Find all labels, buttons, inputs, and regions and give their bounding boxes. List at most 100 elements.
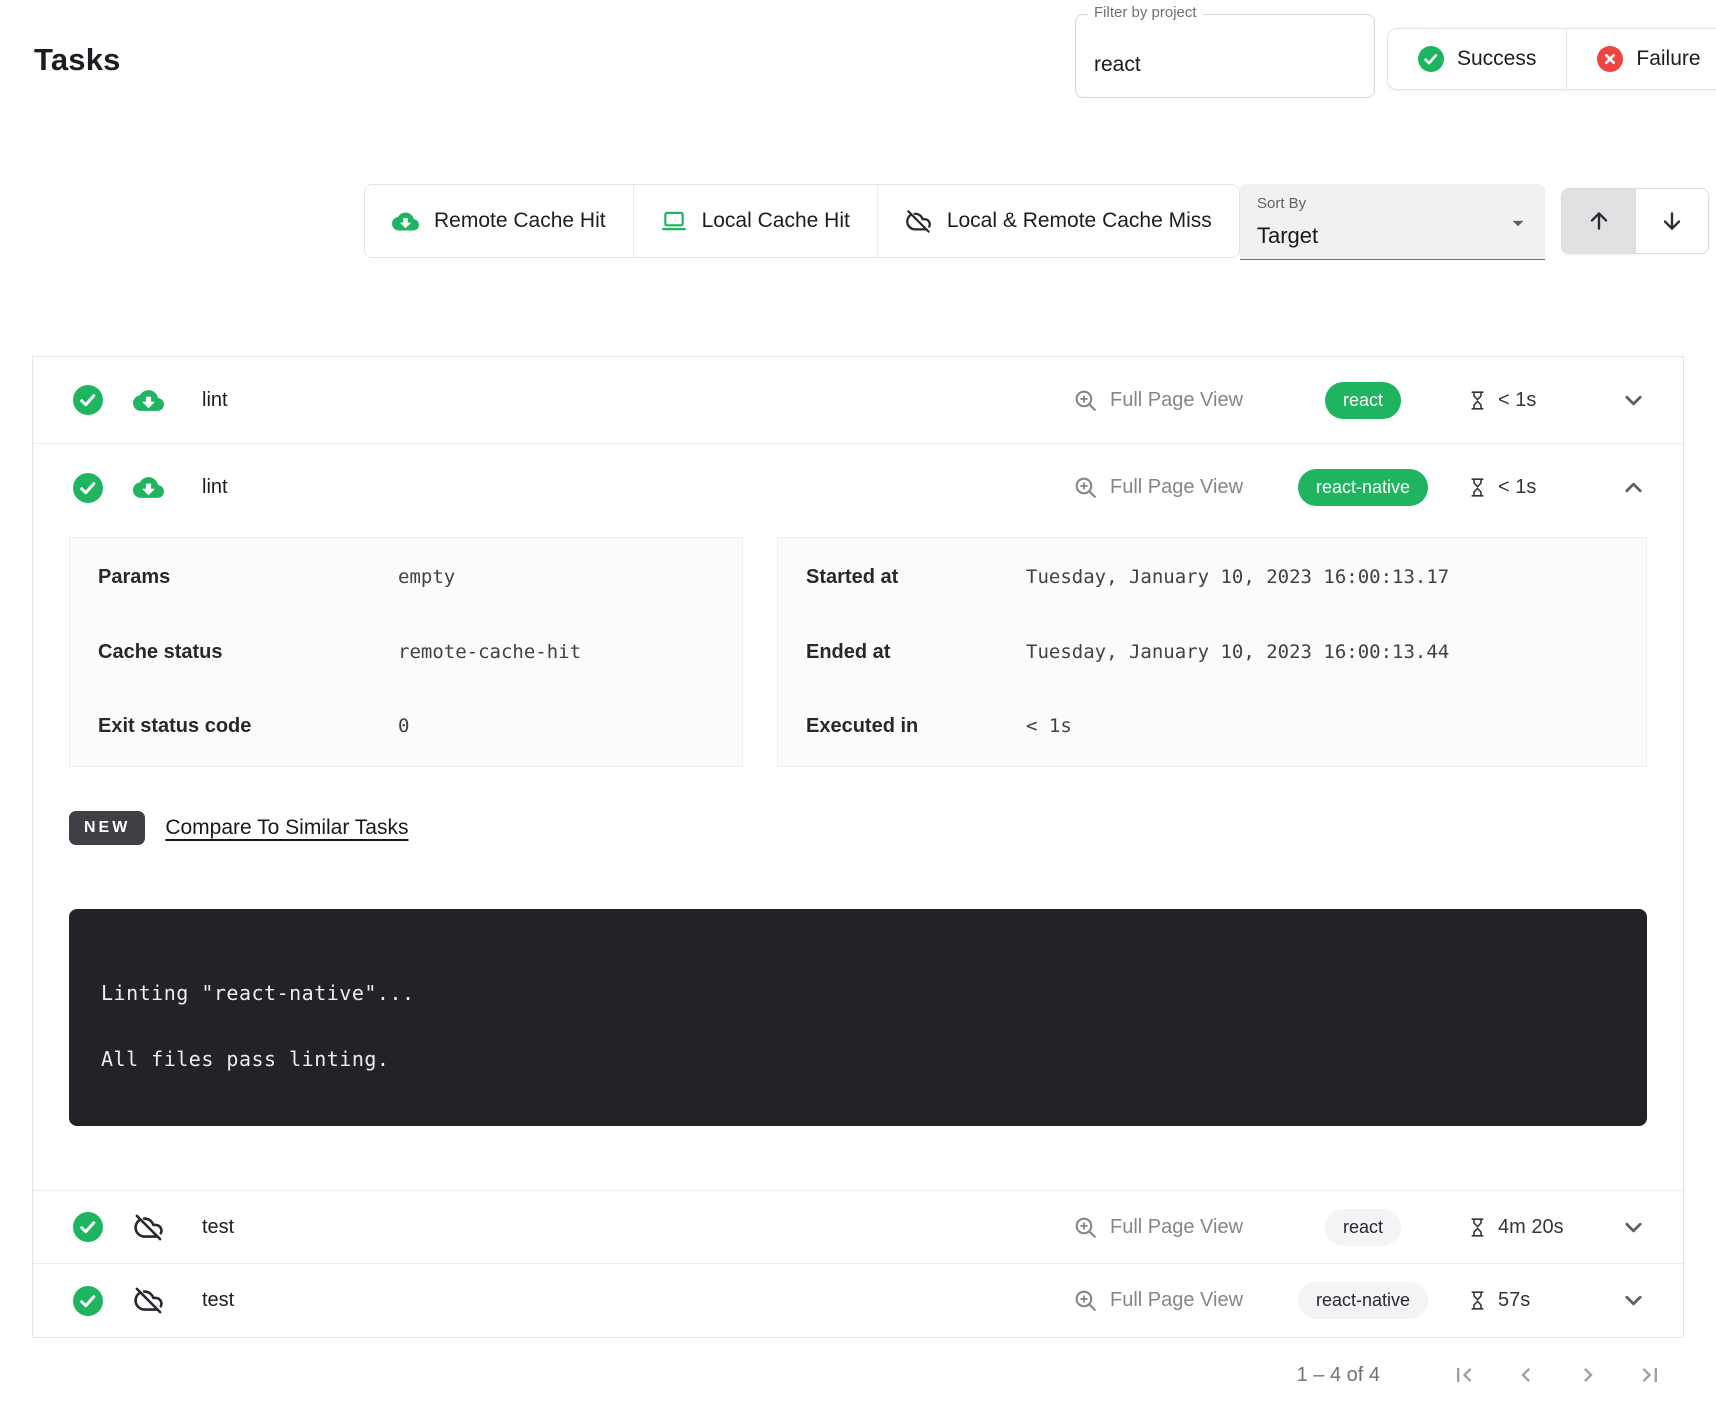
started-at-label: Started at	[806, 566, 1026, 589]
collapse-row-button[interactable]	[1613, 468, 1653, 508]
pagination-range: 1 – 4 of 4	[1297, 1364, 1380, 1387]
hourglass-icon	[1467, 1217, 1488, 1238]
failure-filter-button[interactable]: Failure	[1566, 29, 1716, 89]
expand-row-button[interactable]	[1613, 1281, 1653, 1321]
task-row-test-react-native[interactable]: test Full Page View react-native 57s	[33, 1264, 1683, 1337]
duration-label: < 1s	[1498, 476, 1536, 499]
caret-down-icon	[1505, 210, 1531, 236]
sort-direction-toggle	[1561, 188, 1709, 254]
zoom-in-icon	[1073, 1288, 1098, 1313]
task-timing-panel: Started at Tuesday, January 10, 2023 16:…	[777, 537, 1647, 767]
failure-filter-label: Failure	[1636, 47, 1700, 71]
local-cache-hit-label: Local Cache Hit	[702, 209, 850, 233]
previous-page-button[interactable]	[1500, 1349, 1552, 1401]
ended-at-label: Ended at	[806, 641, 1026, 664]
params-value: empty	[398, 566, 455, 588]
terminal-line: All files pass linting.	[101, 1047, 1615, 1071]
full-page-view-label: Full Page View	[1110, 476, 1243, 499]
page-title: Tasks	[34, 42, 121, 78]
arrow-up-icon	[1586, 208, 1612, 234]
full-page-view-link[interactable]: Full Page View	[1073, 1215, 1283, 1240]
duration-label: 4m 20s	[1498, 1216, 1564, 1239]
expand-row-button[interactable]	[1613, 1207, 1653, 1247]
success-status-icon	[73, 385, 103, 415]
cache-status-value: remote-cache-hit	[398, 641, 581, 663]
full-page-view-link[interactable]: Full Page View	[1073, 388, 1283, 413]
task-row-lint-react-native[interactable]: lint Full Page View react-native < 1s	[33, 444, 1683, 531]
full-page-view-label: Full Page View	[1110, 1216, 1243, 1239]
zoom-in-icon	[1073, 388, 1098, 413]
success-filter-button[interactable]: Success	[1388, 29, 1566, 89]
project-filter-label: Filter by project	[1088, 4, 1203, 21]
last-page-icon	[1636, 1361, 1664, 1389]
failure-x-icon	[1597, 46, 1623, 72]
hourglass-icon	[1467, 1290, 1488, 1311]
cache-status-label: Cache status	[98, 641, 398, 664]
task-detail-section: Params empty Cache status remote-cache-h…	[33, 531, 1683, 1191]
success-filter-label: Success	[1457, 47, 1536, 71]
cache-miss-filter-button[interactable]: Local & Remote Cache Miss	[877, 185, 1239, 257]
ended-at-value: Tuesday, January 10, 2023 16:00:13.44	[1026, 641, 1449, 663]
chevron-down-icon	[1620, 387, 1647, 414]
cloud-off-icon	[133, 1212, 164, 1243]
success-status-icon	[73, 1286, 103, 1316]
chevron-up-icon	[1620, 474, 1647, 501]
sort-by-select[interactable]: Sort By Target	[1240, 184, 1545, 260]
cloud-off-icon	[133, 1285, 164, 1316]
project-badge[interactable]: react	[1325, 1209, 1401, 1246]
remote-cache-hit-filter-button[interactable]: Remote Cache Hit	[365, 185, 633, 257]
remote-cache-hit-label: Remote Cache Hit	[434, 209, 606, 233]
cache-filter-group: Remote Cache Hit Local Cache Hit Local &…	[364, 184, 1240, 258]
zoom-in-icon	[1073, 475, 1098, 500]
success-status-icon	[73, 473, 103, 503]
full-page-view-label: Full Page View	[1110, 1289, 1243, 1312]
next-page-button[interactable]	[1562, 1349, 1614, 1401]
pagination-bar: 1 – 4 of 4	[0, 1338, 1716, 1412]
success-status-icon	[73, 1212, 103, 1242]
task-name: test	[202, 1216, 234, 1239]
status-filter-group: Success Failure	[1387, 28, 1716, 90]
project-badge[interactable]: react	[1325, 382, 1401, 419]
chevron-right-icon	[1574, 1361, 1602, 1389]
task-name: lint	[202, 389, 228, 412]
executed-in-value: < 1s	[1026, 715, 1072, 737]
project-filter-input[interactable]	[1076, 15, 1374, 97]
cloud-off-icon	[905, 208, 932, 235]
project-badge[interactable]: react-native	[1298, 1282, 1428, 1319]
cloud-download-icon	[133, 385, 164, 416]
expand-row-button[interactable]	[1613, 380, 1653, 420]
chevron-down-icon	[1620, 1287, 1647, 1314]
sort-descending-button[interactable]	[1635, 189, 1708, 253]
task-params-panel: Params empty Cache status remote-cache-h…	[69, 537, 743, 767]
cloud-download-icon	[392, 208, 419, 235]
success-check-icon	[1418, 46, 1444, 72]
started-at-value: Tuesday, January 10, 2023 16:00:13.17	[1026, 566, 1449, 588]
task-name: test	[202, 1289, 234, 1312]
page-header: Tasks Filter by project Success Failure …	[0, 0, 1716, 356]
duration-label: 57s	[1498, 1289, 1530, 1312]
last-page-button[interactable]	[1624, 1349, 1676, 1401]
duration-label: < 1s	[1498, 389, 1536, 412]
cloud-download-icon	[133, 472, 164, 503]
terminal-line: Linting "react-native"...	[101, 981, 1615, 1005]
task-name: lint	[202, 476, 228, 499]
exit-status-label: Exit status code	[98, 715, 398, 738]
new-badge: NEW	[69, 811, 145, 845]
first-page-button[interactable]	[1438, 1349, 1490, 1401]
task-duration: < 1s	[1467, 476, 1597, 499]
chevron-left-icon	[1512, 1361, 1540, 1389]
task-duration: 57s	[1467, 1289, 1597, 1312]
compare-to-similar-tasks-link[interactable]: Compare To Similar Tasks	[165, 816, 408, 840]
task-list: lint Full Page View react < 1s	[32, 356, 1684, 1338]
task-duration: < 1s	[1467, 389, 1597, 412]
project-badge[interactable]: react-native	[1298, 469, 1428, 506]
task-row-test-react[interactable]: test Full Page View react 4m 20s	[33, 1191, 1683, 1264]
hourglass-icon	[1467, 390, 1488, 411]
full-page-view-link[interactable]: Full Page View	[1073, 1288, 1283, 1313]
sort-ascending-button[interactable]	[1562, 189, 1635, 253]
full-page-view-link[interactable]: Full Page View	[1073, 475, 1283, 500]
sort-by-label: Sort By	[1257, 195, 1306, 212]
task-row-lint-react[interactable]: lint Full Page View react < 1s	[33, 357, 1683, 444]
laptop-icon	[661, 208, 687, 234]
local-cache-hit-filter-button[interactable]: Local Cache Hit	[633, 185, 877, 257]
